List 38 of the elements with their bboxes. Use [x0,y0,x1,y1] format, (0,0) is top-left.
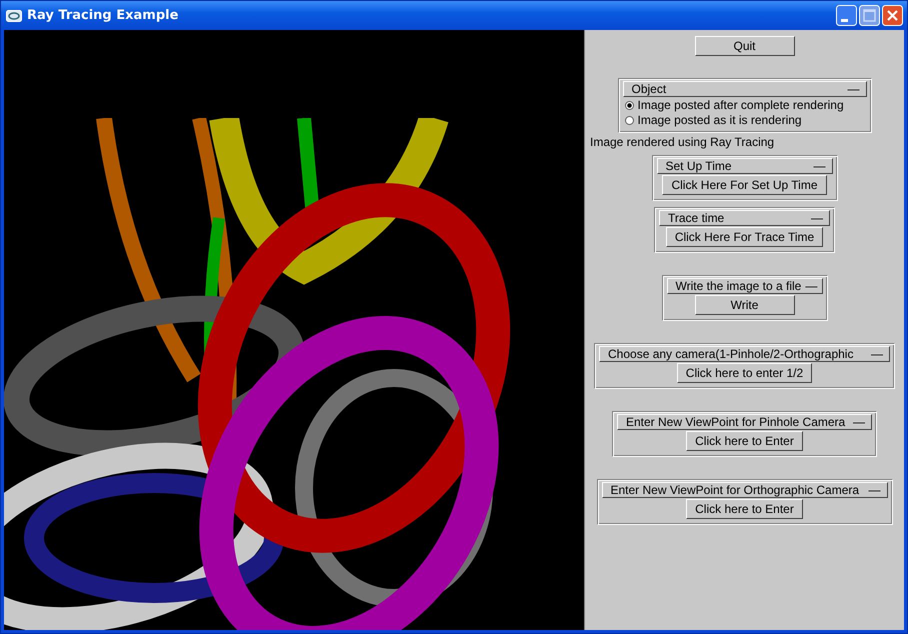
close-icon[interactable] [882,5,903,26]
panel-title: Enter New ViewPoint for Pinhole Camera [626,415,846,429]
panel-header[interactable]: Trace time — [659,210,830,226]
radio-label[interactable]: Image posted after complete rendering [638,98,844,112]
minimize-icon[interactable] [836,5,857,26]
action-button[interactable]: Click Here For Set Up Time [662,175,827,195]
panel-title: Write the image to a file [676,279,802,293]
app-icon [6,10,22,22]
panel-header[interactable]: Set Up Time — [656,158,832,174]
radio-label[interactable]: Image posted as it is rendering [638,113,802,127]
panel-header[interactable]: Choose any camera(1-Pinhole/2-Orthographic — [599,346,890,362]
status-text: Image rendered using Ray Tracing [590,135,774,149]
panel-title: Set Up Time [666,159,732,173]
action-button[interactable]: Click here to Enter [686,499,803,519]
maximize-icon[interactable] [859,5,880,26]
action-button[interactable]: Write [694,295,794,315]
panel-title: Trace time [668,211,724,225]
action-button[interactable]: Click Here For Trace Time [666,227,824,247]
quit-button[interactable]: Quit [694,36,794,56]
radio-button[interactable] [624,100,634,110]
collapse-toggle[interactable]: — [871,347,883,361]
radio-button[interactable] [624,116,634,124]
collapse-toggle[interactable]: — [811,211,823,225]
panel-title: Enter New ViewPoint for Orthographic Camera [610,483,860,497]
action-button[interactable]: Click here to Enter [686,431,803,451]
panel-header[interactable]: Enter New ViewPoint for Orthographic Camera — [602,482,888,498]
group-title: Object [632,82,666,96]
action-button[interactable]: Click here to enter 1/2 [676,363,812,383]
collapse-toggle[interactable]: — [848,82,860,96]
collapse-toggle[interactable]: — [805,279,818,293]
window-title: Ray Tracing Example [27,8,180,23]
collapse-toggle[interactable]: — [868,483,880,497]
collapse-toggle[interactable]: — [814,159,826,173]
panel-header[interactable]: Enter New ViewPoint for Pinhole Camera — [617,414,872,430]
group-header[interactable]: Object — [622,81,866,97]
panel-title: Choose any camera(1-Pinhole/2-Orthographic [608,347,854,361]
panel-header[interactable]: Write the image to a file — [666,278,822,294]
collapse-toggle[interactable]: — [853,415,865,429]
